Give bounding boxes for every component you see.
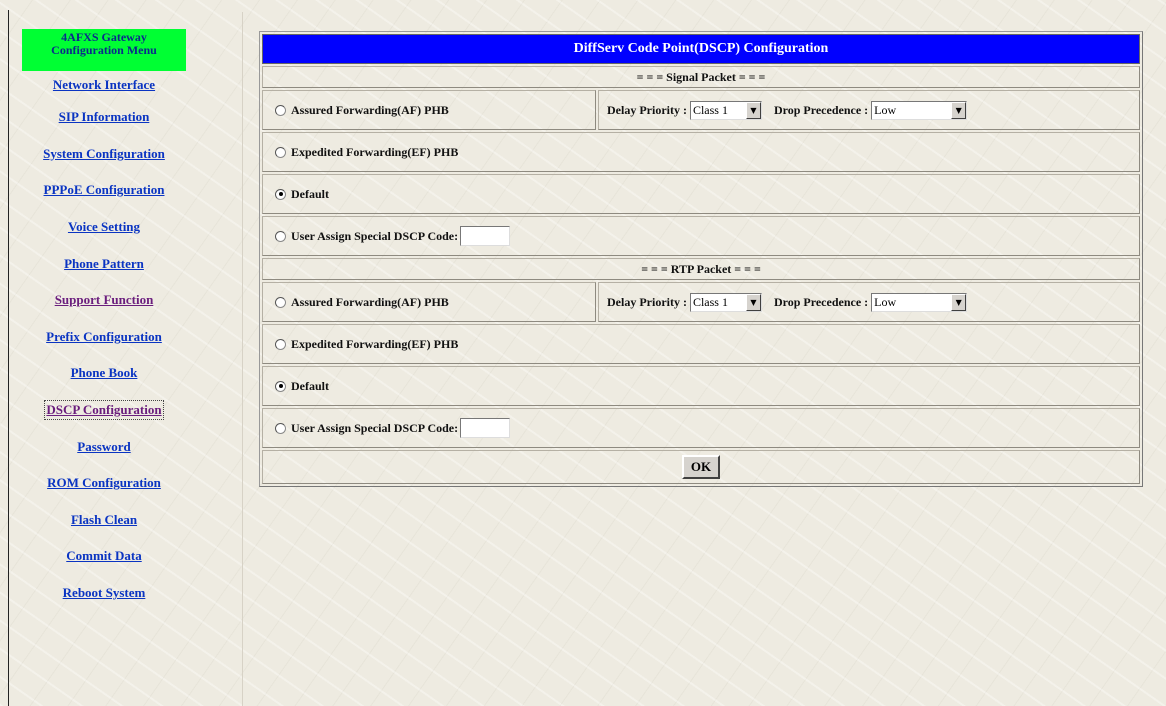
- menu-item-support-function: Support Function: [22, 282, 186, 319]
- signal-user-label: User Assign Special DSCP Code:: [291, 228, 459, 243]
- menu-item-reboot-system: Reboot System: [22, 575, 186, 612]
- signal-drop-precedence-select[interactable]: Low ▼: [871, 100, 968, 120]
- signal-delay-priority-label: Delay Priority :: [607, 102, 687, 117]
- menu-item-commit-data: Commit Data: [22, 538, 186, 575]
- signal-default-radio[interactable]: [275, 188, 286, 200]
- rtp-drop-precedence-value: Low: [874, 294, 897, 309]
- rom-configuration-link[interactable]: ROM Configuration: [47, 475, 161, 491]
- signal-delay-priority-select[interactable]: Class 1 ▼: [689, 100, 762, 120]
- rtp-user-label: User Assign Special DSCP Code:: [291, 420, 459, 435]
- chevron-down-icon: ▼: [951, 101, 967, 119]
- rtp-ef-option: Expedited Forwarding(EF) PHB: [262, 324, 1140, 364]
- page-title: DiffServ Code Point(DSCP) Configuration: [262, 34, 1140, 64]
- signal-user-option: User Assign Special DSCP Code:: [262, 216, 1140, 256]
- rtp-af-row: Assured Forwarding(AF) PHB Delay Priorit…: [262, 282, 1140, 322]
- menu-item-rom-configuration: ROM Configuration: [22, 465, 186, 502]
- rtp-drop-precedence-label: Drop Precedence :: [773, 294, 869, 309]
- support-function-link[interactable]: Support Function: [55, 292, 154, 308]
- menu-item-system-configuration: System Configuration: [22, 136, 186, 173]
- password-link[interactable]: Password: [77, 439, 130, 455]
- system-configuration-link[interactable]: System Configuration: [43, 146, 165, 162]
- sip-information-link[interactable]: SIP Information: [59, 109, 150, 125]
- signal-dscp-code-input[interactable]: [460, 226, 511, 246]
- rtp-delay-priority-value: Class 1: [692, 294, 728, 309]
- signal-drop-precedence-label: Drop Precedence :: [773, 102, 869, 117]
- signal-user-radio[interactable]: [275, 230, 286, 242]
- menu-item-password: Password: [22, 428, 186, 465]
- signal-drop-precedence-value: Low: [874, 102, 897, 117]
- rtp-default-label: Default: [291, 378, 329, 393]
- rtp-delay-priority-label: Delay Priority :: [607, 294, 687, 309]
- configuration-menu: 4AFXS Gateway Configuration Menu Network…: [22, 29, 186, 611]
- prefix-configuration-link[interactable]: Prefix Configuration: [46, 329, 162, 345]
- voice-setting-link[interactable]: Voice Setting: [68, 219, 140, 235]
- ok-button[interactable]: OK: [681, 455, 721, 479]
- rtp-default-radio[interactable]: [275, 380, 286, 392]
- chevron-down-icon: ▼: [745, 293, 761, 311]
- commit-data-link[interactable]: Commit Data: [66, 548, 141, 564]
- chevron-down-icon: ▼: [951, 293, 967, 311]
- rtp-default-option: Default: [262, 366, 1140, 406]
- rtp-af-radio[interactable]: [275, 296, 286, 308]
- chevron-down-icon: ▼: [745, 101, 761, 119]
- phone-pattern-link[interactable]: Phone Pattern: [64, 256, 144, 272]
- signal-af-option: Assured Forwarding(AF) PHB: [262, 90, 596, 130]
- phone-book-link[interactable]: Phone Book: [71, 365, 138, 381]
- rtp-ef-radio[interactable]: [275, 338, 286, 350]
- signal-ef-option: Expedited Forwarding(EF) PHB: [262, 132, 1140, 172]
- signal-af-radio[interactable]: [275, 104, 286, 116]
- signal-ef-radio[interactable]: [275, 146, 286, 158]
- menu-item-voice-setting: Voice Setting: [22, 209, 186, 246]
- menu-item-network-interface: Network Interface: [22, 71, 186, 99]
- menu-item-dscp-configuration: DSCP Configuration: [22, 392, 186, 429]
- signal-af-settings: Delay Priority : Class 1 ▼ Drop Preceden…: [598, 90, 1140, 130]
- dscp-configuration-link[interactable]: DSCP Configuration: [44, 400, 164, 421]
- frame-divider: [242, 12, 243, 706]
- signal-default-option: Default: [262, 174, 1140, 214]
- rtp-delay-priority-select[interactable]: Class 1 ▼: [689, 292, 762, 312]
- left-border-rule: [8, 10, 9, 706]
- rtp-ef-label: Expedited Forwarding(EF) PHB: [291, 336, 459, 351]
- reboot-system-link[interactable]: Reboot System: [63, 585, 146, 601]
- pppoe-configuration-link[interactable]: PPPoE Configuration: [44, 182, 165, 198]
- signal-delay-priority-value: Class 1: [692, 102, 728, 117]
- flash-clean-link[interactable]: Flash Clean: [71, 512, 137, 528]
- network-interface-link[interactable]: Network Interface: [53, 77, 155, 93]
- signal-packet-header: = = = Signal Packet = = =: [262, 66, 1140, 88]
- menu-header: 4AFXS Gateway Configuration Menu: [22, 29, 186, 71]
- rtp-af-settings: Delay Priority : Class 1 ▼ Drop Preceden…: [598, 282, 1140, 322]
- menu-item-phone-book: Phone Book: [22, 355, 186, 392]
- menu-list: Network Interface SIP Information System…: [22, 71, 186, 611]
- menu-item-sip-information: SIP Information: [22, 99, 186, 136]
- submit-row: OK: [262, 450, 1140, 484]
- signal-af-row: Assured Forwarding(AF) PHB Delay Priorit…: [262, 90, 1140, 130]
- signal-default-label: Default: [291, 186, 329, 201]
- menu-header-line2: Configuration Menu: [51, 43, 157, 57]
- menu-item-flash-clean: Flash Clean: [22, 502, 186, 539]
- rtp-dscp-code-input[interactable]: [460, 418, 511, 438]
- signal-af-label: Assured Forwarding(AF) PHB: [291, 102, 449, 117]
- rtp-af-option: Assured Forwarding(AF) PHB: [262, 282, 596, 322]
- rtp-af-label: Assured Forwarding(AF) PHB: [291, 294, 449, 309]
- rtp-user-option: User Assign Special DSCP Code:: [262, 408, 1140, 448]
- dscp-form: DiffServ Code Point(DSCP) Configuration …: [259, 31, 1143, 487]
- menu-item-pppoe-configuration: PPPoE Configuration: [22, 172, 186, 209]
- rtp-drop-precedence-select[interactable]: Low ▼: [871, 292, 968, 312]
- signal-ef-label: Expedited Forwarding(EF) PHB: [291, 144, 459, 159]
- menu-item-phone-pattern: Phone Pattern: [22, 245, 186, 282]
- rtp-packet-header: = = = RTP Packet = = =: [262, 258, 1140, 280]
- menu-item-prefix-configuration: Prefix Configuration: [22, 319, 186, 356]
- rtp-user-radio[interactable]: [275, 422, 286, 434]
